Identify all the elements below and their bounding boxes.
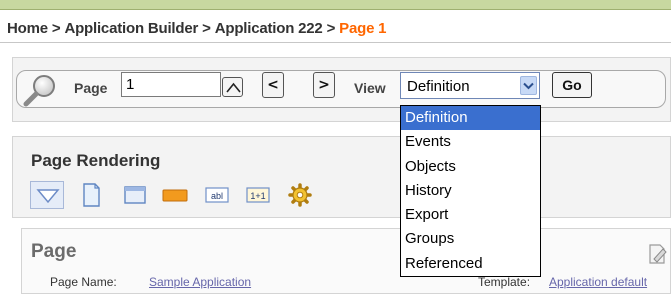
view-option-groups[interactable]: Groups — [401, 227, 540, 251]
computation-label: 1+1 — [250, 191, 265, 201]
go-button[interactable]: Go — [552, 72, 592, 98]
view-label: View — [354, 80, 386, 96]
breadcrumb: Home > Application Builder > Application 222… — [7, 20, 387, 37]
view-option-referenced[interactable]: Referenced — [401, 252, 540, 276]
page-section-title: Page — [31, 241, 77, 262]
page-icon[interactable] — [78, 181, 102, 209]
text-item-label: abl — [211, 191, 223, 201]
page-number-input[interactable] — [121, 72, 221, 97]
breadcrumb-separator: > — [202, 20, 211, 37]
view-select[interactable]: Definition — [400, 72, 540, 99]
breadcrumb-current: Page 1 — [339, 20, 387, 37]
page-name-label: Page Name: — [50, 275, 117, 289]
process-gear-icon[interactable] — [286, 181, 314, 209]
chevron-down-icon[interactable] — [520, 76, 537, 95]
next-label: > — [318, 77, 330, 93]
view-option-definition[interactable]: Definition — [401, 106, 540, 131]
triangle-down-icon[interactable] — [30, 181, 64, 209]
button-icon[interactable] — [160, 181, 190, 209]
breadcrumb-divider — [0, 42, 671, 43]
view-option-export[interactable]: Export — [401, 203, 540, 227]
page-rendering-title: Page Rendering — [31, 151, 161, 170]
next-page-button[interactable]: > — [313, 72, 335, 98]
view-select-value: Definition — [407, 78, 470, 95]
template-label: Template: — [478, 275, 531, 289]
breadcrumb-separator: > — [326, 20, 336, 37]
triangle-up-icon — [226, 82, 241, 93]
text-item-icon[interactable]: abl — [205, 181, 229, 209]
page-name-link[interactable]: Sample Application — [149, 275, 251, 289]
edit-page-icon[interactable] — [646, 243, 668, 265]
previous-page-button[interactable]: < — [262, 72, 284, 98]
view-options-dropdown: Definition Events Objects History Export… — [400, 105, 541, 277]
previous-label: < — [267, 77, 279, 93]
view-option-events[interactable]: Events — [401, 130, 540, 154]
page-rendering-panel — [12, 136, 671, 218]
breadcrumb-home[interactable]: Home — [7, 20, 48, 37]
breadcrumb-separator: > — [51, 20, 61, 37]
page-label: Page — [74, 80, 108, 96]
top-strip — [0, 0, 671, 10]
template-link[interactable]: Application default — [549, 275, 647, 289]
breadcrumb-application-builder[interactable]: Application Builder — [64, 20, 198, 37]
region-icon[interactable] — [122, 181, 148, 209]
computation-icon[interactable]: 1+1 — [246, 181, 270, 209]
magnifier-icon — [23, 75, 55, 107]
view-option-history[interactable]: History — [401, 179, 540, 203]
breadcrumb-application[interactable]: Application 222 — [215, 20, 323, 37]
view-option-objects[interactable]: Objects — [401, 155, 540, 179]
page-list-button[interactable] — [222, 77, 243, 97]
